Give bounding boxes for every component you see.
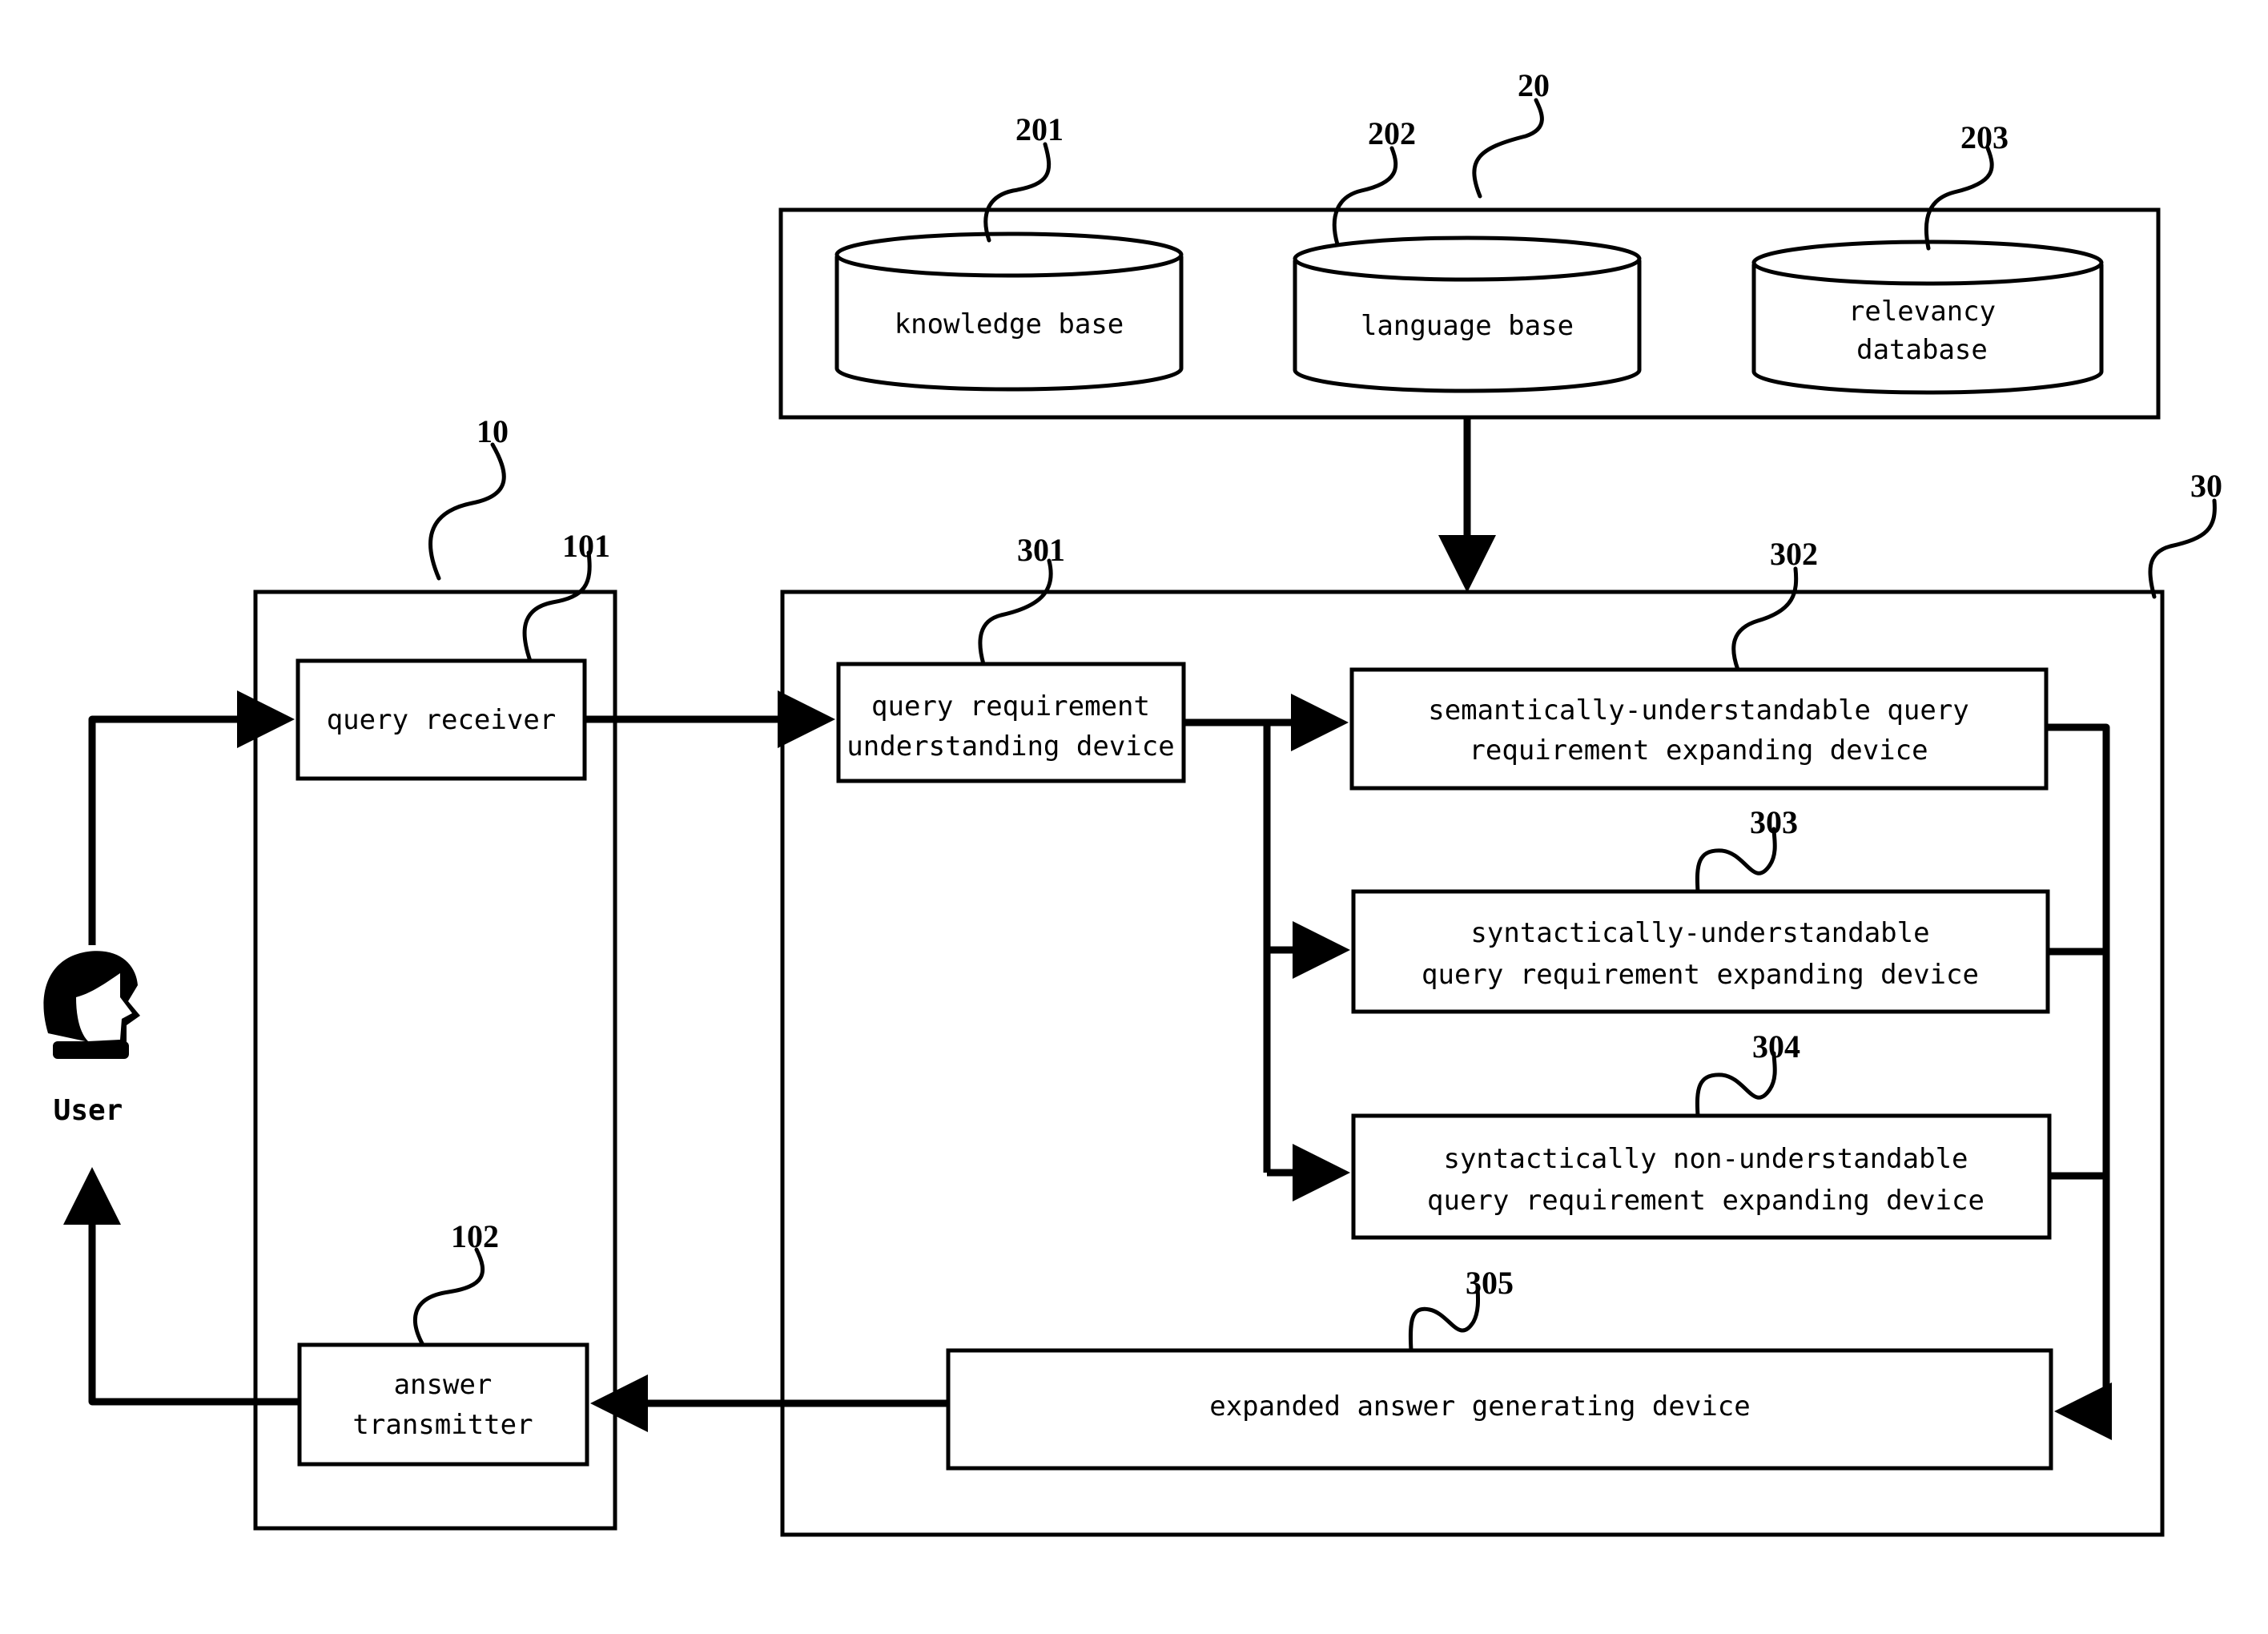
- ref-number-10: 10: [477, 413, 509, 449]
- ref-number-203: 203: [1960, 119, 2009, 155]
- ref-leader-30: [2148, 498, 2217, 599]
- device-302-label-line-1: semantically-understandable query: [1428, 694, 1969, 726]
- arrow-transmitter-to-user: [63, 1167, 300, 1406]
- interface-group-10: 10 query receiver 101 answer transmitter…: [253, 413, 617, 1531]
- ref-leader-302: [1731, 566, 1799, 672]
- device-301-rect: [836, 662, 1186, 783]
- ref-leader-10: [428, 442, 506, 581]
- database-label: language base: [1361, 310, 1574, 342]
- syntactically-understandable-expanding-device[interactable]: syntactically-understandable query requi…: [1351, 889, 2050, 1014]
- user-actor[interactable]: User: [43, 951, 141, 1127]
- ref-number-202: 202: [1368, 115, 1416, 151]
- device-305-label: expanded answer generating device: [1209, 1391, 1751, 1423]
- query-requirement-understanding-device[interactable]: query requirement understanding device: [836, 662, 1186, 783]
- query-receiver-label: query receiver: [327, 704, 557, 736]
- ref-number-30: 30: [2190, 468, 2222, 504]
- database-group-20: 20 knowledge base 201 language base 202 …: [778, 67, 2161, 420]
- device-301-label-line-2: understanding device: [846, 730, 1174, 763]
- device-303-label-line-1: syntactically-understandable: [1470, 917, 1929, 949]
- database-label-line-2: database: [1856, 334, 1988, 366]
- ref-number-20: 20: [1518, 67, 1550, 103]
- ref-leader-202: [1332, 146, 1398, 247]
- cylinder-top: [834, 231, 1184, 278]
- ref-number-101: 101: [562, 528, 610, 564]
- ref-leader-101: [522, 550, 592, 663]
- ref-number-102: 102: [451, 1218, 499, 1254]
- user-label: User: [54, 1094, 123, 1127]
- device-303-label-line-2: query requirement expanding device: [1422, 959, 1979, 991]
- ref-leader-201: [983, 142, 1052, 243]
- expanded-answer-generating-device[interactable]: expanded answer generating device: [946, 1348, 2053, 1471]
- ref-leader-301: [978, 558, 1053, 666]
- ref-leader-20: [1472, 98, 1544, 199]
- answer-transmitter-label-line-1: answer: [394, 1369, 493, 1401]
- knowledge-base-cylinder[interactable]: knowledge base: [834, 231, 1184, 392]
- cylinder-top: [1293, 235, 1642, 282]
- device-304-label-line-1: syntactically non-understandable: [1443, 1143, 1968, 1175]
- syntactically-non-understandable-expanding-device[interactable]: syntactically non-understandable query r…: [1351, 1113, 2052, 1240]
- ref-number-302: 302: [1770, 536, 1818, 572]
- answer-transmitter-box[interactable]: answer transmitter: [297, 1342, 589, 1467]
- arrow-user-to-query-receiver: [88, 690, 295, 945]
- answer-transmitter-rect: [297, 1342, 589, 1467]
- language-base-cylinder[interactable]: language base: [1293, 235, 1642, 393]
- database-label-line-1: relevancy: [1848, 296, 1996, 328]
- arrow-302-to-305: [2046, 723, 2112, 1440]
- device-301-label-line-1: query requirement: [871, 690, 1150, 722]
- ref-number-201: 201: [1015, 111, 1064, 147]
- ref-leader-102: [412, 1247, 485, 1347]
- device-302-rect: [1349, 667, 2049, 791]
- device-302-label-line-2: requirement expanding device: [1469, 734, 1928, 767]
- ref-number-305: 305: [1466, 1265, 1514, 1301]
- processing-group-30: 30 query requirement understanding devic…: [780, 468, 2222, 1537]
- semantically-understandable-expanding-device[interactable]: semantically-understandable query requir…: [1349, 667, 2049, 791]
- ref-number-301: 301: [1017, 532, 1065, 568]
- user-head-icon: [43, 951, 141, 1059]
- device-304-label-line-2: query requirement expanding device: [1427, 1185, 1984, 1217]
- system-block-diagram: 20 knowledge base 201 language base 202 …: [43, 67, 2222, 1537]
- ref-number-303: 303: [1750, 804, 1798, 840]
- database-label: knowledge base: [895, 308, 1124, 340]
- device-303-rect: [1351, 889, 2050, 1014]
- answer-transmitter-label-line-2: transmitter: [352, 1409, 533, 1441]
- query-receiver-box[interactable]: query receiver: [296, 658, 587, 781]
- ref-leader-203: [1924, 146, 1994, 251]
- relevancy-database-cylinder[interactable]: relevancy database: [1751, 239, 2104, 395]
- device-304-rect: [1351, 1113, 2052, 1240]
- ref-number-304: 304: [1752, 1028, 1800, 1065]
